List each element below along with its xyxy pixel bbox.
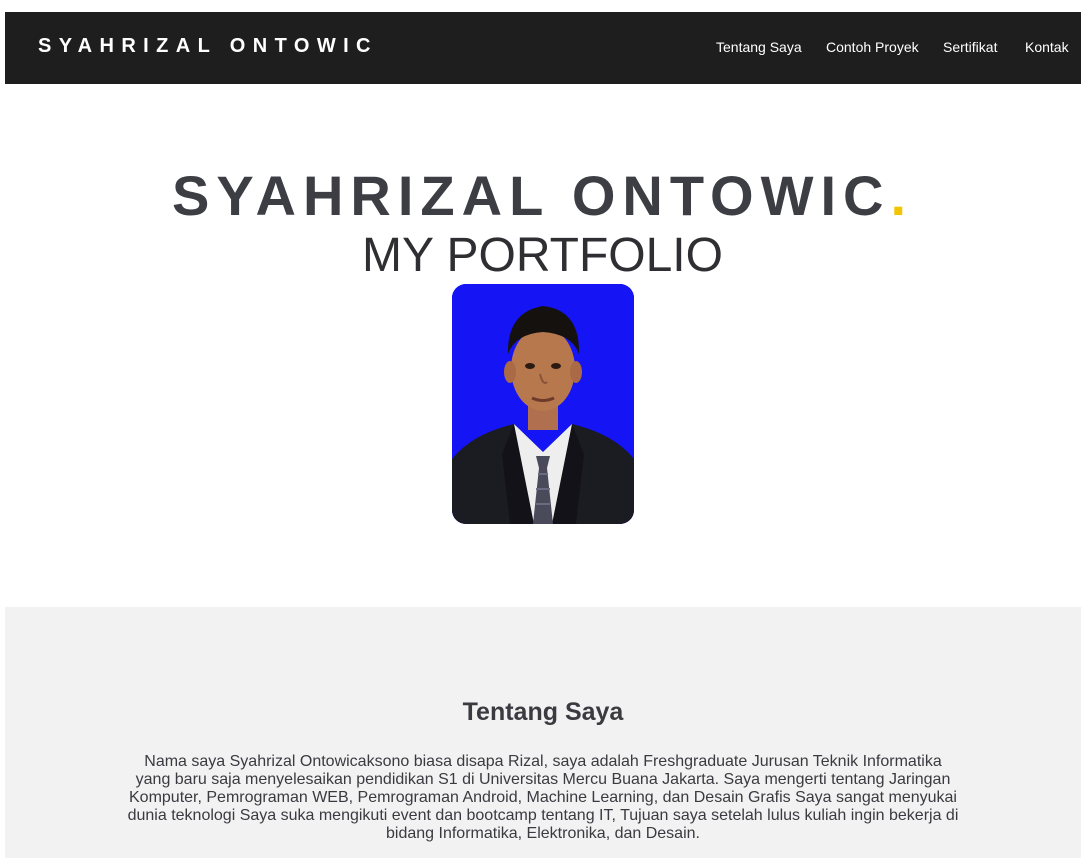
hero-subtitle: MY PORTFOLIO (362, 229, 723, 282)
about-heading: Tentang Saya (462, 698, 624, 726)
top-navbar: SYAHRIZAL ONTOWIC Tentang Saya Contoh Pr… (5, 12, 1081, 84)
about-section: Tentang Saya Nama saya Syahrizal Ontowic… (5, 607, 1081, 858)
profile-photo (452, 284, 634, 524)
nav-item-sertifikat[interactable]: Sertifikat (943, 39, 997, 55)
brand-logo-link[interactable]: SYAHRIZAL ONTOWIC (38, 35, 378, 57)
nav-item-tentang-saya[interactable]: Tentang Saya (716, 39, 802, 55)
about-text: Nama saya Syahrizal Ontowicaksono biasa … (127, 753, 959, 842)
hero-title: SYAHRIZAL ONTOWIC. (0, 165, 1085, 227)
hero-title-text: SYAHRIZAL ONTOWIC (171, 164, 891, 227)
nav-item-contoh-proyek[interactable]: Contoh Proyek (826, 39, 919, 55)
hero-title-dot: . (890, 164, 914, 227)
nav-item-kontak[interactable]: Kontak (1025, 39, 1069, 55)
